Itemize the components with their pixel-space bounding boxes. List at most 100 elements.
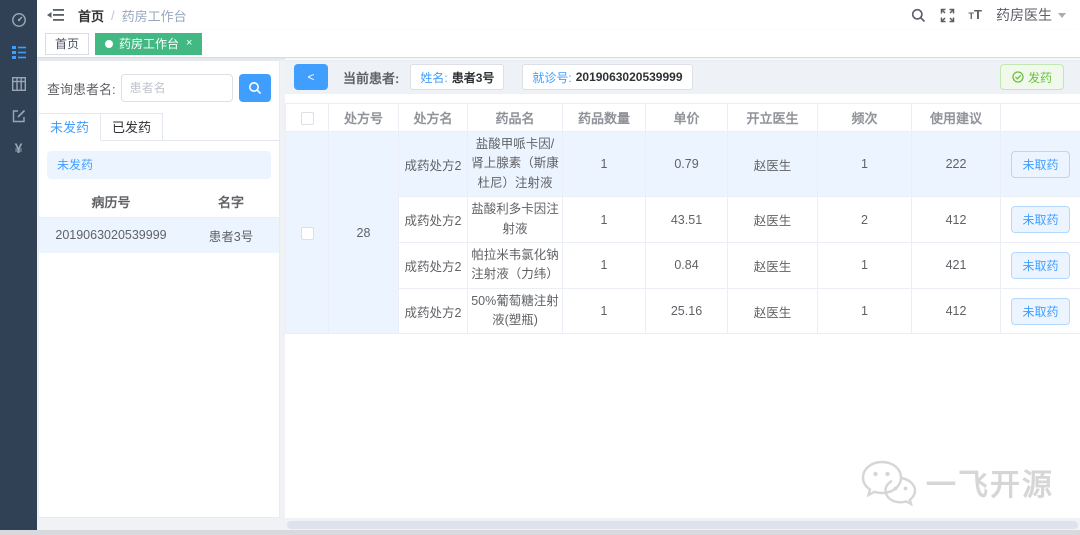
drug-name-cell: 盐酸利多卡因注射液 (467, 196, 563, 243)
prescription-table: 处方号 处方名 药品名 药品数量 单价 开立医生 频次 使用建议 28 成药处方… (285, 103, 1080, 335)
rx-table-header: 处方号 处方名 药品名 药品数量 单价 开立医生 频次 使用建议 (285, 103, 1080, 132)
unit-price-cell: 0.79 (645, 130, 728, 198)
prescription-panel: < 当前患者: 姓名: 患者3号 就诊号: 2019063020539999 发… (285, 58, 1080, 518)
rx-name-cell: 成药处方2 (398, 130, 468, 198)
status-button[interactable]: 未取药 (1011, 206, 1070, 233)
search-icon[interactable] (911, 8, 926, 23)
breadcrumb-home[interactable]: 首页 (78, 6, 104, 25)
worklist-icon[interactable] (0, 36, 37, 68)
select-all-cell (285, 103, 329, 132)
col-qty: 药品数量 (562, 103, 646, 132)
patient-row[interactable]: 2019063020539999 患者3号 (39, 217, 279, 253)
user-dropdown[interactable]: 药房医生 (996, 5, 1066, 25)
qty-cell: 1 (562, 287, 646, 335)
hamburger-icon[interactable] (47, 8, 64, 22)
edit-icon[interactable] (0, 100, 37, 132)
name-label: 姓名: (420, 70, 448, 85)
unit-price-cell: 25.16 (645, 287, 728, 335)
watermark-text: 一飞开源 (926, 469, 1054, 502)
frequency-cell: 2 (817, 196, 912, 243)
row-checkbox[interactable] (300, 226, 314, 240)
horizontal-scrollbar (287, 521, 1078, 529)
dispense-button[interactable]: 发药 (999, 64, 1064, 90)
doctor-cell: 赵医生 (727, 241, 818, 289)
watermark: 一飞开源 (860, 458, 1054, 506)
rx-name-cell: 成药处方2 (398, 196, 468, 243)
search-icon (248, 82, 261, 95)
col-drug-name: 药品名 (467, 103, 563, 132)
tab-dispensed[interactable]: 已发药 (101, 113, 163, 140)
visit-value: 2019063020539999 (575, 70, 683, 84)
scrollbar-thumb[interactable] (287, 521, 1078, 529)
status-button[interactable]: 未取药 (1011, 297, 1070, 325)
dispense-status-tabs: 未发药 已发药 (39, 113, 279, 141)
qty-cell: 1 (562, 196, 646, 243)
back-button[interactable]: < (294, 64, 328, 90)
rx-row: 成药处方2 50%葡萄糖注射液(塑瓶) 1 25.16 赵医生 1 412 未取… (286, 287, 1080, 335)
status-alert: 未发药 (47, 151, 271, 179)
tab-home[interactable]: 首页 (45, 32, 90, 55)
view-tabs-bar: 首页 药房工作台 × (37, 30, 1080, 58)
qty-cell: 1 (562, 130, 646, 198)
drug-name-cell: 帕拉米韦氯化钠注射液（力纬） (467, 241, 563, 289)
status-button[interactable]: 未取药 (1011, 150, 1070, 178)
visit-label: 就诊号: (532, 70, 572, 85)
patient-record-no[interactable]: 2019063020539999 (39, 217, 183, 253)
money-icon[interactable]: ¥ (0, 132, 37, 164)
check-circle-icon (1012, 71, 1024, 83)
rx-name-cell: 成药处方2 (398, 287, 468, 335)
font-size-icon[interactable]: TT (969, 7, 982, 23)
doctor-cell: 赵医生 (727, 196, 818, 243)
doctor-cell: 赵医生 (727, 287, 818, 335)
caret-down-icon (1058, 12, 1066, 18)
usage-advice-cell: 222 (911, 130, 1001, 198)
col-frequency: 频次 (817, 103, 912, 132)
rx-row: 成药处方2 盐酸利多卡因注射液 1 43.51 赵医生 2 412 未取药 (286, 196, 1080, 243)
patient-panel: 查询患者名: 未发药 已发药 未发药 病历号 名字 20190630205399… (38, 60, 280, 518)
unit-price-cell: 0.84 (645, 241, 728, 289)
col-unit-price: 单价 (645, 103, 728, 132)
doctor-cell: 赵医生 (727, 130, 818, 198)
frequency-cell: 1 (817, 241, 912, 289)
patient-name[interactable]: 患者3号 (183, 217, 279, 253)
qty-cell: 1 (562, 241, 646, 289)
dashboard-icon[interactable] (0, 4, 37, 36)
current-patient-bar: < 当前患者: 姓名: 患者3号 就诊号: 2019063020539999 发… (285, 60, 1080, 94)
tab-not-dispensed[interactable]: 未发药 (39, 113, 101, 141)
app-root: ¥ 首页 / 药房工作台 TT 药房医生 首页 药房工作台 × 查询患者名: 患… (0, 0, 1080, 535)
app-sidebar: ¥ (0, 0, 37, 530)
breadcrumb-current: 药房工作台 (121, 8, 187, 24)
action-cell: 未取药 (1000, 130, 1080, 198)
fullscreen-icon[interactable] (940, 8, 955, 23)
frequency-cell: 1 (817, 130, 912, 198)
header-actions: TT 药房医生 (911, 5, 1066, 25)
patient-search-label: 查询患者名: (47, 81, 116, 97)
rx-row: 28 成药处方2 盐酸甲哌卡因/肾上腺素（斯康杜尼）注射液 1 0.79 赵医生… (285, 130, 1080, 335)
tab-pharmacy-workbench[interactable]: 药房工作台 × (95, 32, 203, 55)
action-cell: 未取药 (1000, 196, 1080, 243)
select-all-checkbox[interactable] (300, 112, 314, 126)
user-name: 药房医生 (996, 7, 1052, 23)
table-icon[interactable] (0, 68, 37, 100)
row-select-cell (285, 130, 329, 335)
patient-name-box: 姓名: 患者3号 (410, 64, 505, 90)
name-value: 患者3号 (451, 70, 495, 85)
patient-search-input[interactable] (120, 74, 233, 102)
current-patient-label: 当前患者: (343, 70, 400, 86)
close-icon[interactable]: × (186, 38, 192, 49)
patient-search-button[interactable] (238, 74, 271, 102)
action-cell: 未取药 (1000, 241, 1080, 289)
rx-no-cell: 28 (328, 130, 399, 335)
col-usage-advice: 使用建议 (911, 103, 1001, 132)
status-button[interactable]: 未取药 (1011, 251, 1070, 279)
patient-table-header: 病历号 名字 (39, 187, 279, 218)
app-header: 首页 / 药房工作台 TT 药房医生 (37, 0, 1080, 30)
patient-table: 病历号 名字 2019063020539999 患者3号 (39, 187, 279, 253)
patient-search-row: 查询患者名: (39, 61, 279, 113)
unit-price-cell: 43.51 (645, 196, 728, 243)
chat-bubbles-icon (861, 460, 917, 506)
col-rx-no: 处方号 (328, 103, 399, 132)
rx-name-cell: 成药处方2 (398, 241, 468, 289)
action-cell: 未取药 (1000, 287, 1080, 335)
col-doctor: 开立医生 (727, 103, 818, 132)
